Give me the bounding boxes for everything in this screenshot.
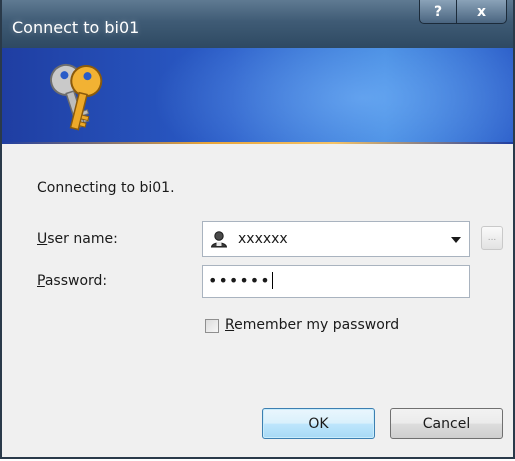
user-name-label-text: ser name: [47,231,118,247]
password-access-key: P [37,273,45,289]
connect-dialog: Connect to bi01 ? x Connecting to bi01. … [0,0,515,459]
user-name-access-key: U [37,231,48,247]
help-button[interactable]: ? [419,0,457,24]
user-name-combobox[interactable]: xxxxxx [202,221,470,257]
text-caret [271,272,273,289]
cancel-button[interactable]: Cancel [390,408,503,439]
password-label: Password: [37,273,107,289]
title-bar-buttons: ? x [419,0,507,24]
chevron-down-icon[interactable] [451,237,461,243]
password-masked-text: •••••• [208,271,271,290]
remember-password-checkbox[interactable] [205,319,219,333]
remember-password-label[interactable]: Remember my password [225,317,399,333]
user-name-label: User name: [37,231,118,247]
keys-icon [49,63,103,131]
banner-glow [152,48,513,144]
browse-users-button[interactable]: ... [481,226,503,250]
password-field[interactable]: •••••• [202,265,470,298]
user-name-value: xxxxxx [238,231,288,247]
password-label-text: assword: [44,273,108,289]
password-value: •••••• [208,271,273,290]
window-title: Connect to bi01 [12,18,140,37]
dialog-content: Connecting to bi01. User name: xxxxxx ..… [2,145,513,457]
dialog-banner [2,48,513,144]
close-button[interactable]: x [457,0,507,24]
remember-label-text: emember my password [234,317,400,333]
user-icon [210,231,228,248]
remember-access-key: R [225,317,235,333]
banner-accent-line [2,142,513,144]
ok-button[interactable]: OK [262,408,375,439]
connecting-text: Connecting to bi01. [37,180,175,196]
title-bar[interactable]: Connect to bi01 ? x [2,0,513,48]
